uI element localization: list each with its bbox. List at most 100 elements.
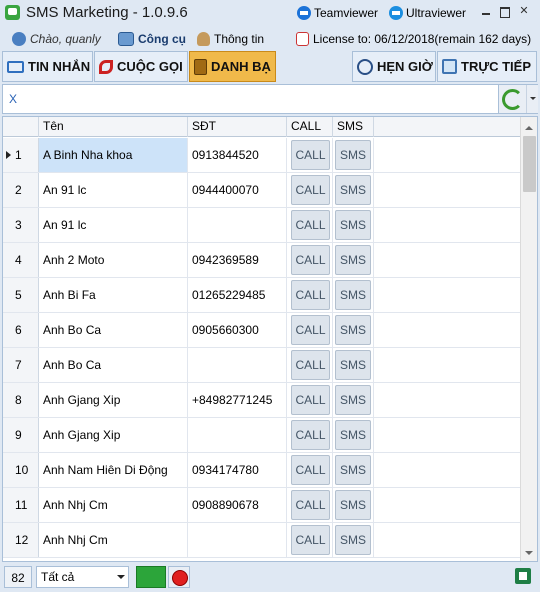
vertical-scrollbar[interactable]: [520, 117, 537, 561]
sms-button[interactable]: SMS: [335, 525, 371, 555]
tab-live[interactable]: TRỰC TIẾP: [437, 51, 537, 82]
header-call[interactable]: CALL: [287, 117, 333, 137]
table-row[interactable]: 4 Anh 2 Moto 0942369589 CALL SMS: [3, 243, 520, 278]
table-row[interactable]: 8 Anh Gjang Xip +84982771245 CALL SMS: [3, 383, 520, 418]
maximize-button[interactable]: [497, 5, 511, 18]
sms-button[interactable]: SMS: [335, 245, 371, 275]
call-button[interactable]: CALL: [291, 210, 330, 240]
refresh-button[interactable]: [498, 85, 526, 113]
sms-button[interactable]: SMS: [335, 140, 371, 170]
filter-select[interactable]: Tất cả: [36, 566, 129, 588]
contact-phone[interactable]: 0944400070: [188, 173, 287, 207]
contact-phone[interactable]: 0913844520: [188, 138, 287, 172]
tab-calls[interactable]: CUỘC GỌI: [94, 51, 188, 82]
user-greeting[interactable]: Chào, quanly: [12, 30, 101, 48]
sms-button[interactable]: SMS: [335, 350, 371, 380]
search-dropdown-button[interactable]: [526, 85, 538, 113]
search-input[interactable]: [3, 85, 496, 113]
scroll-down-arrow-icon[interactable]: [521, 544, 537, 561]
contact-phone[interactable]: 01265229485: [188, 278, 287, 312]
contact-name[interactable]: An 91 lc: [39, 208, 188, 242]
contact-name[interactable]: Anh Bi Fa: [39, 278, 188, 312]
phone-icon: [99, 59, 113, 74]
call-button[interactable]: CALL: [291, 525, 330, 555]
minimize-button[interactable]: [479, 5, 493, 18]
header-name[interactable]: Tên: [39, 117, 188, 137]
contact-phone[interactable]: 0905660300: [188, 313, 287, 347]
call-button[interactable]: CALL: [291, 490, 330, 520]
sms-button[interactable]: SMS: [335, 175, 371, 205]
contact-phone[interactable]: [188, 348, 287, 382]
info-menu[interactable]: Thông tin: [197, 30, 264, 48]
contact-name[interactable]: Anh Gjang Xip: [39, 383, 188, 417]
contact-name[interactable]: A Binh Nha khoa: [39, 138, 188, 172]
call-button[interactable]: CALL: [291, 455, 330, 485]
contact-book-icon: [194, 58, 207, 75]
teamviewer-link[interactable]: Teamviewer: [314, 6, 378, 20]
contact-phone[interactable]: [188, 208, 287, 242]
header-phone[interactable]: SĐT: [188, 117, 287, 137]
tools-menu[interactable]: Công cụ: [118, 30, 186, 48]
header-sms[interactable]: SMS: [333, 117, 374, 137]
tab-messages[interactable]: TIN NHẮN: [2, 51, 93, 82]
sms-button[interactable]: SMS: [335, 490, 371, 520]
ultraviewer-icon[interactable]: [389, 6, 403, 20]
table-row[interactable]: 2 An 91 lc 0944400070 CALL SMS: [3, 173, 520, 208]
teamviewer-icon[interactable]: [297, 6, 311, 20]
contact-name[interactable]: An 91 lc: [39, 173, 188, 207]
contact-phone[interactable]: [188, 418, 287, 452]
contact-phone[interactable]: +84982771245: [188, 383, 287, 417]
contact-name[interactable]: Anh Gjang Xip: [39, 418, 188, 452]
table-row[interactable]: 1A Binh Nha khoa 0913844520 CALL SMS: [3, 138, 520, 173]
window-title: SMS Marketing - 1.0.9.6: [26, 4, 188, 21]
contact-name[interactable]: Anh Bo Ca: [39, 348, 188, 382]
contact-phone[interactable]: 0908890678: [188, 488, 287, 522]
call-button[interactable]: CALL: [291, 280, 330, 310]
ultraviewer-link[interactable]: Ultraviewer: [406, 6, 466, 20]
current-row-arrow-icon: [6, 151, 15, 159]
table-row[interactable]: 3 An 91 lc CALL SMS: [3, 208, 520, 243]
table-row[interactable]: 11 Anh Nhj Cm 0908890678 CALL SMS: [3, 488, 520, 523]
sms-button[interactable]: SMS: [335, 315, 371, 345]
table-header: Tên SĐT CALL SMS: [3, 117, 520, 137]
contact-phone[interactable]: 0934174780: [188, 453, 287, 487]
tab-contacts[interactable]: DANH BẠ: [189, 51, 276, 82]
table-row[interactable]: 9 Anh Gjang Xip CALL SMS: [3, 418, 520, 453]
contact-phone[interactable]: 0942369589: [188, 243, 287, 277]
contact-name[interactable]: Anh Bo Ca: [39, 313, 188, 347]
contact-phone[interactable]: [188, 523, 287, 557]
close-button[interactable]: ✕: [517, 5, 531, 18]
call-button[interactable]: CALL: [291, 420, 330, 450]
contact-name[interactable]: Anh Nam Hiên Di Động: [39, 453, 188, 487]
stop-record-icon[interactable]: [168, 566, 190, 588]
info-menu-label: Thông tin: [214, 32, 265, 46]
table-row[interactable]: 6 Anh Bo Ca 0905660300 CALL SMS: [3, 313, 520, 348]
calendar-icon: [296, 32, 309, 46]
call-button[interactable]: CALL: [291, 140, 330, 170]
table-row[interactable]: 5 Anh Bi Fa 01265229485 CALL SMS: [3, 278, 520, 313]
call-button[interactable]: CALL: [291, 245, 330, 275]
sms-button[interactable]: SMS: [335, 280, 371, 310]
row-index: 9: [3, 418, 39, 452]
contact-name[interactable]: Anh 2 Moto: [39, 243, 188, 277]
call-button[interactable]: CALL: [291, 385, 330, 415]
call-button[interactable]: CALL: [291, 315, 330, 345]
sms-button[interactable]: SMS: [335, 420, 371, 450]
row-index: 4: [3, 243, 39, 277]
sms-button[interactable]: SMS: [335, 455, 371, 485]
scroll-thumb[interactable]: [523, 136, 536, 192]
tab-schedule[interactable]: HẸN GIỜ: [352, 51, 436, 82]
table-row[interactable]: 7 Anh Bo Ca CALL SMS: [3, 348, 520, 383]
scroll-up-arrow-icon[interactable]: [521, 117, 537, 134]
start-button[interactable]: [136, 566, 166, 588]
contact-name[interactable]: Anh Nhj Cm: [39, 488, 188, 522]
table-row[interactable]: 12 Anh Nhj Cm CALL SMS: [3, 523, 520, 558]
contact-name[interactable]: Anh Nhj Cm: [39, 523, 188, 557]
excel-export-icon[interactable]: [515, 568, 531, 584]
table-row[interactable]: 10 Anh Nam Hiên Di Động 0934174780 CALL SMS: [3, 453, 520, 488]
call-button[interactable]: CALL: [291, 350, 330, 380]
sms-button[interactable]: SMS: [335, 210, 371, 240]
sms-button[interactable]: SMS: [335, 385, 371, 415]
row-index: 2: [3, 173, 39, 207]
call-button[interactable]: CALL: [291, 175, 330, 205]
